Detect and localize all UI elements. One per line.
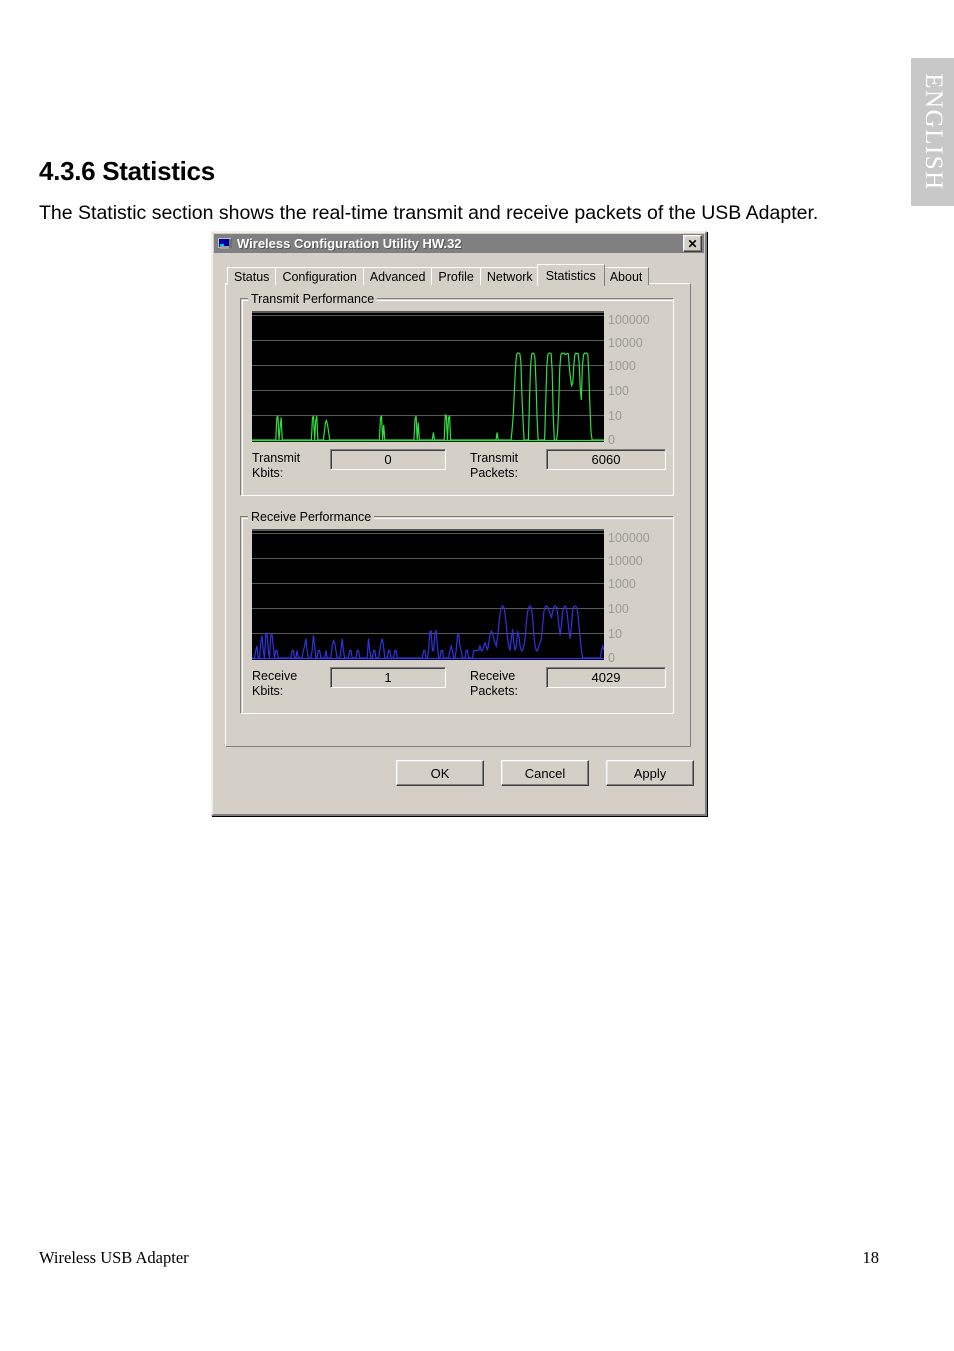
- receive-graph: 100000 10000 1000 100 10 0: [252, 529, 664, 664]
- transmit-y-axis-labels: 100000 10000 1000 100 10 0: [608, 311, 664, 446]
- transmit-plot-area: [252, 311, 604, 442]
- dialog-title: Wireless Configuration Utility HW.32: [237, 236, 462, 251]
- y-tick-100: 100: [608, 602, 629, 616]
- y-tick-10000: 10000: [608, 554, 643, 568]
- tab-statistics[interactable]: Statistics: [536, 264, 605, 286]
- y-tick-100: 100: [608, 384, 629, 398]
- transmit-kbits-label-line1: Transmit: [252, 451, 301, 465]
- receive-trace: [252, 533, 604, 660]
- footer-page-number: 18: [862, 1248, 880, 1267]
- tab-advanced[interactable]: Advanced: [362, 267, 433, 285]
- page-title: 4.3.6 Statistics: [39, 156, 215, 187]
- tab-label: About: [609, 269, 643, 284]
- y-tick-10000: 10000: [608, 336, 643, 350]
- page-intro-paragraph: The Statistic section shows the real-tim…: [39, 201, 819, 224]
- transmit-kbits-value: 0: [330, 449, 446, 470]
- computer-monitor-icon: [217, 237, 233, 251]
- receive-kbits-value: 1: [330, 667, 446, 688]
- y-tick-100000: 100000: [608, 531, 650, 545]
- transmit-packets-value: 6060: [546, 449, 666, 470]
- cancel-button[interactable]: Cancel: [501, 760, 589, 786]
- receive-packets-label-line1: Receive: [470, 669, 516, 683]
- tab-configuration[interactable]: Configuration: [275, 267, 364, 285]
- tab-label: Configuration: [282, 269, 357, 284]
- transmit-performance-group: Transmit Performance 100000 10000 1000 1…: [240, 292, 674, 496]
- ok-button[interactable]: OK: [396, 760, 484, 786]
- transmit-kbits-label: Transmit Kbits:: [252, 451, 300, 481]
- transmit-packets-label: Transmit Packets:: [470, 451, 518, 481]
- y-tick-10: 10: [608, 409, 622, 423]
- tab-about[interactable]: About: [602, 267, 650, 285]
- y-tick-0: 0: [608, 433, 615, 447]
- receive-kbits-label: Receive Kbits:: [252, 669, 297, 699]
- language-side-tab: ENGLISH: [911, 58, 954, 206]
- tab-profile[interactable]: Profile: [431, 267, 481, 285]
- transmit-performance-title: Transmit Performance: [248, 292, 378, 306]
- transmit-trace: [252, 315, 604, 442]
- receive-performance-title: Receive Performance: [248, 510, 375, 524]
- dialog-button-row: OK Cancel Apply: [213, 760, 705, 792]
- receive-readouts: Receive Kbits: 1 Receive Packets: 4029: [252, 666, 666, 706]
- y-tick-1000: 1000: [608, 577, 636, 591]
- receive-kbits-label-line1: Receive: [252, 669, 298, 683]
- y-tick-100000: 100000: [608, 313, 650, 327]
- tab-label: Status: [234, 269, 270, 284]
- receive-packets-value: 4029: [546, 667, 666, 688]
- transmit-kbits-label-line2: Kbits:: [252, 466, 284, 480]
- tab-label: Profile: [438, 269, 474, 284]
- tab-status[interactable]: Status: [227, 267, 277, 285]
- page-footer: Wireless USB Adapter 18: [39, 1248, 879, 1268]
- y-tick-0: 0: [608, 651, 615, 665]
- tab-label: Advanced: [369, 269, 426, 284]
- transmit-packets-label-line1: Transmit: [470, 451, 519, 465]
- apply-button[interactable]: Apply: [606, 760, 694, 786]
- footer-document-title: Wireless USB Adapter: [39, 1248, 189, 1267]
- tab-network[interactable]: Network: [479, 267, 540, 285]
- transmit-graph: 100000 10000 1000 100 10 0: [252, 311, 664, 446]
- y-tick-10: 10: [608, 627, 622, 641]
- receive-performance-group: Receive Performance 100000 10000 1000 10…: [240, 510, 674, 714]
- transmit-readouts: Transmit Kbits: 0 Transmit Packets: 6060: [252, 448, 666, 488]
- receive-packets-label: Receive Packets:: [470, 669, 518, 699]
- statistics-tab-page: Transmit Performance 100000 10000 1000 1…: [225, 283, 691, 747]
- y-tick-1000: 1000: [608, 359, 636, 373]
- language-side-tab-label: ENGLISH: [919, 73, 947, 191]
- tab-label: Network: [486, 269, 533, 284]
- wireless-configuration-dialog: Wireless Configuration Utility HW.32 ✕ S…: [211, 231, 707, 816]
- dialog-titlebar[interactable]: Wireless Configuration Utility HW.32 ✕: [214, 234, 704, 253]
- close-icon[interactable]: ✕: [683, 235, 702, 252]
- receive-packets-label-line2: Packets:: [470, 684, 518, 698]
- tabstrip: Status Configuration Advanced Profile Ne…: [227, 263, 705, 286]
- tab-label: Statistics: [545, 268, 596, 283]
- transmit-packets-label-line2: Packets:: [470, 466, 518, 480]
- receive-plot-area: [252, 529, 604, 660]
- receive-kbits-label-line2: Kbits:: [252, 684, 284, 698]
- receive-y-axis-labels: 100000 10000 1000 100 10 0: [608, 529, 664, 664]
